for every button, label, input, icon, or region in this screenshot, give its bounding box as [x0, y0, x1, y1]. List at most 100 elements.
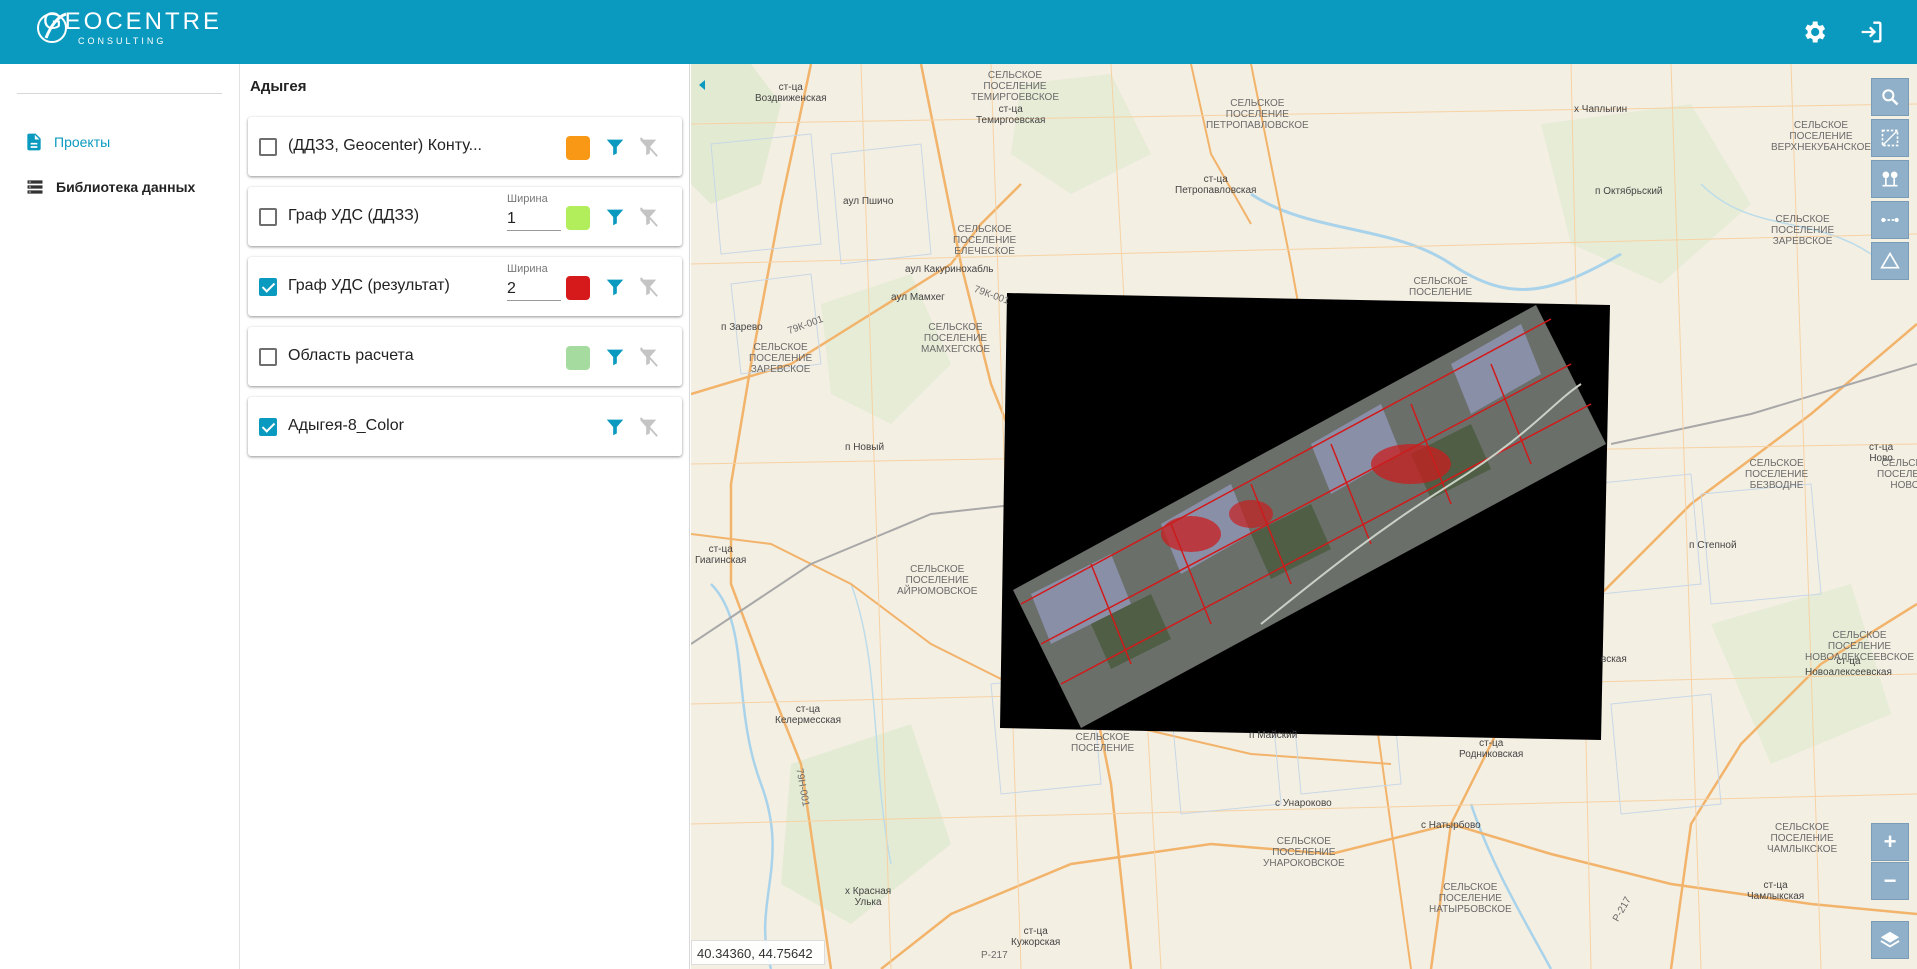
map-place-text: ст-ца Чамлыкская — [1747, 880, 1805, 902]
map-place-text: п Новый — [845, 442, 885, 453]
width-input[interactable] — [507, 207, 561, 231]
zoom-out-label: − — [1883, 868, 1897, 893]
map-place-label: ст-ца Кужорская — [1011, 926, 1060, 948]
zoom-out-button[interactable]: − — [1871, 862, 1909, 900]
map-place-label: п Зарево — [721, 322, 763, 333]
sidebar-item-projects[interactable]: Проекты — [24, 127, 110, 157]
map-place-text: аул Пшичо — [843, 196, 894, 207]
filter-icon[interactable] — [604, 346, 626, 368]
filter-icon[interactable] — [604, 136, 626, 158]
layer-color-swatch[interactable] — [566, 136, 590, 160]
map-place-label: СЕЛЬСКОЕ ПОСЕЛЕНИЕ УНАРОКОВСКОЕ — [1263, 836, 1345, 869]
map-place-text: СЕЛЬСКОЕ ПОСЕЛЕНИЕ ЧАМЛЫКСКОЕ — [1767, 822, 1838, 855]
layer-name: Область расчета — [288, 347, 414, 364]
filter-clear-icon[interactable] — [637, 346, 659, 368]
map-place-label: СЕЛЬСКОЕ ПОСЕЛЕНИЕ ВЕРХНЕКУБАНСКОЕ — [1771, 120, 1871, 153]
map-place-text: с Унароково — [1275, 798, 1332, 809]
map-place-label: аул Пшичо — [843, 196, 893, 207]
sidebar-item-library[interactable]: Библиотека данных — [24, 172, 195, 202]
map-place-label: х Чаплыгин — [1574, 104, 1627, 115]
road-label: Р-217 — [981, 950, 1008, 961]
layer-visibility-checkbox[interactable] — [259, 418, 277, 436]
panel-title: Адыгея — [250, 78, 307, 95]
map-place-text: СЕЛЬСКОЕ ПОСЕЛЕНИЕ НАТЫРБОВСКОЕ — [1429, 882, 1512, 915]
map-place-text: аул Мамхег — [891, 292, 945, 303]
layer-color-swatch[interactable] — [566, 346, 590, 370]
map-place-text: СЕЛЬСКОЕ ПОСЕЛЕНИЕ ТЕМИРГОЕВСКОЕ — [971, 70, 1059, 103]
filter-icon[interactable] — [604, 206, 626, 228]
layer-name: Граф УДС (результат) — [288, 277, 450, 294]
measure-area-button[interactable] — [1871, 242, 1909, 280]
map-place-text: СЕЛЬСКОЕ ПОСЕЛЕНИЕ МАМХЕГСКОЕ — [921, 322, 991, 355]
map-place-text: с Натырбово — [1421, 820, 1481, 831]
zoom-in-button[interactable]: + — [1871, 823, 1909, 861]
zoom-area-button[interactable] — [1871, 78, 1909, 116]
map-place-text: СЕЛЬСКОЕ ПОСЕЛЕНИЕ ЗАРЕВСКОЕ — [1771, 214, 1835, 247]
map-view[interactable]: ст-ца Воздвиженская СЕЛЬСКОЕ ПОСЕЛЕНИЕ Т… — [691, 64, 1917, 969]
zoom-area-icon — [1882, 89, 1899, 106]
layer-visibility-checkbox[interactable] — [259, 138, 277, 156]
filter-clear-icon[interactable] — [637, 136, 659, 158]
map-place-text: СЕЛЬСКОЕ ПОСЕЛЕНИЕ ВЕРХНЕКУБАНСКОЕ — [1771, 120, 1872, 153]
collapse-panel-icon[interactable] — [695, 76, 709, 94]
map-place-label: ст-ца Воздвиженская — [755, 82, 827, 104]
map-place-text: СЕЛЬСКОЕ ПОСЕЛЕНИЕ — [1071, 732, 1135, 754]
measure-distance-button[interactable] — [1871, 201, 1909, 239]
width-label: Ширина — [507, 193, 548, 205]
map-place-label: аул Мамхег — [891, 292, 945, 303]
layer-color-swatch[interactable] — [566, 276, 590, 300]
zoom-in-label: + — [1883, 829, 1897, 854]
map-place-text: ст-ца Петропавловская — [1175, 174, 1257, 196]
map-place-text: вская — [1601, 654, 1627, 665]
map-place-label: СЕЛЬСКОЕ ПОСЕЛЕНИЕ — [1071, 732, 1134, 754]
map-place-label: СЕЛЬСКОЕ ПОСЕЛЕНИЕ АЙРЮМОВСКОЕ — [897, 564, 977, 597]
map-place-label: ст-ца Петропавловская — [1175, 174, 1256, 196]
map-place-label: СЕЛЬСКОЕ ПОСЕЛЕНИЕ БЕЗВОДНЕ — [1745, 458, 1808, 491]
layer-visibility-checkbox[interactable] — [259, 208, 277, 226]
coordinates-readout: 40.34360, 44.75642 — [691, 940, 825, 965]
map-place-text: СЕЛЬСКОЕ ПОСЕЛЕНИЕ ЗАРЕВСКОЕ — [749, 342, 813, 375]
map-place-label: ст-ца Родниковская — [1459, 738, 1523, 760]
map-place-label: с Натырбово — [1421, 820, 1481, 831]
map-place-text: СЕЛЬСКОЕ ПОСЕЛЕНИЕ НОВОС — [1877, 458, 1917, 491]
map-place-label: х Красная Улька — [845, 886, 891, 908]
filter-clear-icon[interactable] — [637, 276, 659, 298]
map-place-text: ст-ца Воздвиженская — [755, 82, 827, 104]
map-place-label: п Майский — [1249, 730, 1297, 741]
route-button[interactable] — [1871, 160, 1909, 198]
measure-area-icon — [1880, 251, 1900, 269]
sidebar-divider — [17, 93, 222, 94]
gear-icon[interactable] — [1800, 18, 1828, 46]
map-place-label: СЕЛЬСКОЕ ПОСЕЛЕНИЕ — [1409, 276, 1472, 298]
logo-subtext: CONSULTING — [78, 36, 167, 46]
filter-icon[interactable] — [604, 416, 626, 438]
map-place-text: СЕЛЬСКОЕ ПОСЕЛЕНИЕ — [1409, 276, 1473, 298]
layers-button[interactable] — [1871, 921, 1909, 959]
filter-icon[interactable] — [604, 276, 626, 298]
layer-visibility-checkbox[interactable] — [259, 278, 277, 296]
sidebar: Проекты Библиотека данных — [0, 64, 240, 969]
route-icon — [1882, 171, 1898, 187]
map-place-text: п Майский — [1249, 730, 1298, 741]
map-place-text: ст-ца Гиагинская — [695, 544, 747, 566]
select-area-button[interactable] — [1871, 119, 1909, 157]
layer-card: Область расчета — [248, 327, 682, 386]
width-input[interactable] — [507, 277, 561, 301]
map-place-label: СЕЛЬСКОЕ ПОСЕЛЕНИЕ ЕЛЕЧЕСКОЕ — [953, 224, 1016, 257]
layer-name: Адыгея-8_Color — [288, 417, 404, 434]
layer-card: (ДДЗЗ, Geocenter) Конту... — [248, 117, 682, 176]
map-place-label: ст-ца Темиргоевская — [976, 104, 1045, 126]
layer-card: Граф УДС (ДДЗЗ) Ширина — [248, 187, 682, 246]
width-label: Ширина — [507, 263, 548, 275]
map-place-text: ст-ца Кужорская — [1011, 926, 1061, 948]
map-place-label: п Новый — [845, 442, 884, 453]
map-place-text: х Красная Улька — [845, 886, 892, 908]
map-place-label: СЕЛЬСКОЕ ПОСЕЛЕНИЕ ТЕМИРГОЕВСКОЕ — [971, 70, 1059, 103]
layer-color-swatch[interactable] — [566, 206, 590, 230]
layer-card: Адыгея-8_Color — [248, 397, 682, 456]
filter-clear-icon[interactable] — [637, 206, 659, 228]
map-place-label: вская — [1601, 654, 1627, 665]
filter-clear-icon[interactable] — [637, 416, 659, 438]
layer-visibility-checkbox[interactable] — [259, 348, 277, 366]
logout-icon[interactable] — [1857, 18, 1885, 46]
